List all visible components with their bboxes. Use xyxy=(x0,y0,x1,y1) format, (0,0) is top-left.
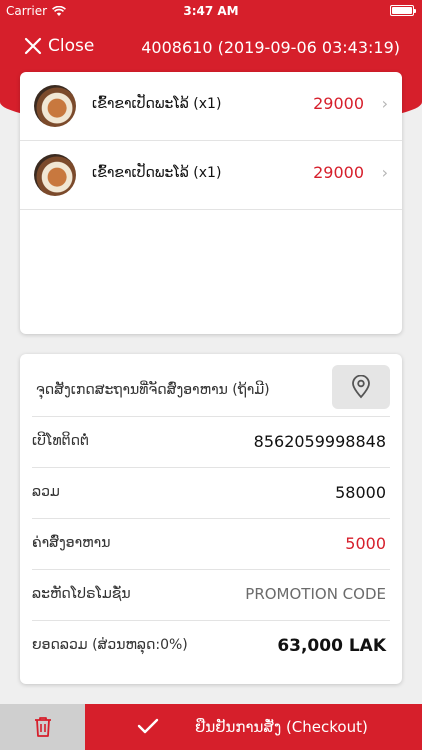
location-row: ຈຸດສັງເກດສະຖານທີ່ຈັດສົ່ງອາຫານ (ຖ້າມີ) xyxy=(20,354,402,416)
phone-label: ເບີໂທຕິດຕໍ່ xyxy=(32,433,89,449)
delete-button[interactable] xyxy=(0,704,85,750)
delivery-fee-value: 5000 xyxy=(345,534,386,553)
checkmark-icon xyxy=(137,718,159,734)
delivery-fee-label: ຄ່າສົ່ງອາຫານ xyxy=(32,535,111,551)
chevron-right-icon: › xyxy=(381,94,388,113)
total-label: ຍອດລວມ (ສ່ວນຫລຸດ:0%) xyxy=(32,637,188,653)
food-thumbnail xyxy=(34,154,76,196)
order-item[interactable]: ເຂົ້າຂາເປັດພະໂລ້ (x1) 29000 › xyxy=(20,141,402,210)
chevron-right-icon: › xyxy=(381,163,388,182)
food-thumbnail xyxy=(34,85,76,127)
close-icon xyxy=(24,37,42,55)
item-name: ເຂົ້າຂາເປັດພະໂລ້ (x1) xyxy=(92,96,222,112)
bottom-bar: ຢືນຢັນການສັ່ງ (Checkout) xyxy=(0,704,422,750)
sum-label: ລວມ xyxy=(32,484,60,500)
checkout-button[interactable]: ຢືນຢັນການສັ່ງ (Checkout) xyxy=(85,704,422,750)
trash-icon xyxy=(34,717,51,737)
item-price: 29000 xyxy=(313,94,364,113)
close-label: Close xyxy=(48,36,95,56)
promo-code-input[interactable]: PROMOTION CODE xyxy=(245,585,386,603)
header: Close 4008610 (2019-09-06 03:43:19) xyxy=(0,28,422,66)
status-bar: Carrier 3:47 AM xyxy=(0,0,422,22)
order-item[interactable]: ເຂົ້າຂາເປັດພະໂລ້ (x1) 29000 › xyxy=(20,72,402,141)
checkout-label: ຢືນຢັນການສັ່ງ (Checkout) xyxy=(195,718,368,736)
order-details-card: ຈຸດສັງເກດສະຖານທີ່ຈັດສົ່ງອາຫານ (ຖ້າມີ) ເບ… xyxy=(20,354,402,684)
phone-value[interactable]: 8562059998848 xyxy=(254,432,386,451)
location-label: ຈຸດສັງເກດສະຖານທີ່ຈັດສົ່ງອາຫານ (ຖ້າມີ) xyxy=(36,382,270,398)
total-value: 63,000 LAK xyxy=(277,636,386,656)
battery-icon xyxy=(390,5,416,16)
location-pin-icon xyxy=(352,375,370,399)
promo-label: ລະຫັດໂປຣໂມຊັ່ນ xyxy=(32,586,131,602)
order-items-card: ເຂົ້າຂາເປັດພະໂລ້ (x1) 29000 › ເຂົ້າຂາເປັ… xyxy=(20,72,402,334)
sum-row: ລວມ 58000 xyxy=(32,467,390,518)
item-name: ເຂົ້າຂາເປັດພະໂລ້ (x1) xyxy=(92,165,222,181)
total-row: ຍອດລວມ (ສ່ວນຫລຸດ:0%) 63,000 LAK xyxy=(32,620,390,671)
promo-row[interactable]: ລະຫັດໂປຣໂມຊັ່ນ PROMOTION CODE xyxy=(32,569,390,620)
location-button[interactable] xyxy=(332,365,390,409)
sum-value: 58000 xyxy=(335,483,386,502)
phone-row[interactable]: ເບີໂທຕິດຕໍ່ 8562059998848 xyxy=(32,416,390,467)
order-title: 4008610 (2019-09-06 03:43:19) xyxy=(141,38,400,57)
clock: 3:47 AM xyxy=(183,4,239,18)
close-button[interactable]: Close xyxy=(24,36,94,56)
delivery-fee-row: ຄ່າສົ່ງອາຫານ 5000 xyxy=(32,518,390,569)
item-price: 29000 xyxy=(313,163,364,182)
